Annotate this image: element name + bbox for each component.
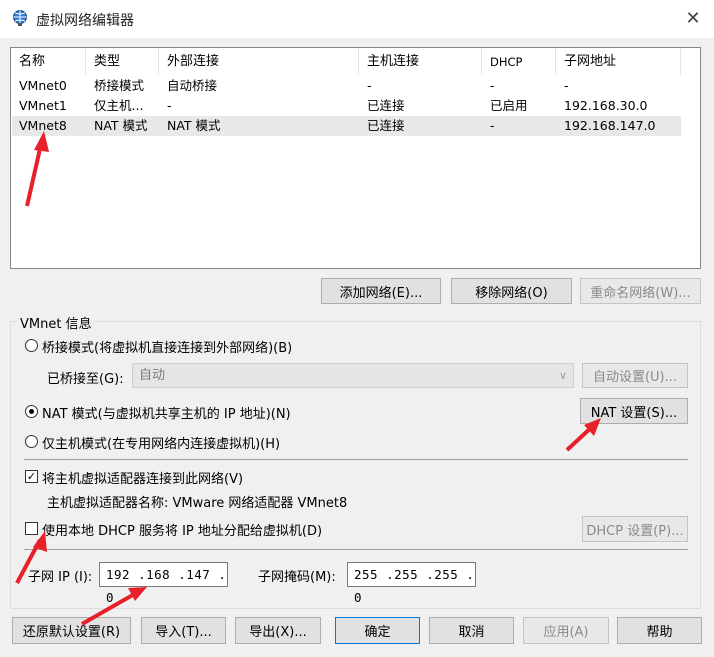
vmnet-info-title: VMnet 信息 — [17, 313, 95, 332]
bridged-to-label: 已桥接至(G): — [47, 372, 124, 387]
remove-network-button[interactable]: 移除网络(O) — [451, 278, 572, 304]
table-row-vmnet0-name[interactable]: VMnet0 — [11, 76, 86, 96]
table-row-vmnet8-subnet[interactable]: 192.168.147.0 — [556, 116, 681, 136]
table-row-vmnet0-external[interactable]: 自动桥接 — [159, 76, 359, 96]
connect-adapter-label[interactable]: 将主机虚拟适配器连接到此网络(V) — [42, 468, 243, 487]
divider — [24, 459, 688, 460]
table-row-vmnet1-name[interactable]: VMnet1 — [11, 96, 86, 116]
column-header-host[interactable]: 主机连接 — [359, 48, 482, 75]
hostonly-mode-radio[interactable] — [25, 435, 38, 448]
hostonly-mode-label[interactable]: 仅主机模式(在专用网络内连接虚拟机)(H) — [42, 433, 280, 452]
nat-mode-radio[interactable] — [25, 405, 38, 418]
table-row-vmnet1-type[interactable]: 仅主机... — [86, 96, 159, 116]
table-row-vmnet0-type[interactable]: 桥接模式 — [86, 76, 159, 96]
bridged-to-value: 自动 — [139, 368, 166, 383]
dhcp-checkbox[interactable] — [25, 522, 38, 535]
table-row-vmnet0-dhcp[interactable]: - — [482, 76, 556, 96]
window-title: 虚拟网络编辑器 — [36, 13, 134, 29]
nat-settings-button[interactable]: NAT 设置(S)... — [580, 398, 688, 424]
apply-button[interactable]: 应用(A) — [523, 617, 609, 644]
table-row-vmnet8-name[interactable]: VMnet8 — [11, 116, 86, 136]
nat-mode-label[interactable]: NAT 模式(与虚拟机共享主机的 IP 地址)(N) — [42, 403, 291, 422]
table-row-vmnet1-host[interactable]: 已连接 — [359, 96, 482, 116]
subnet-ip-input[interactable]: 192 .168 .147 . 0 — [99, 562, 228, 605]
network-globe-icon — [13, 10, 27, 26]
subnet-ip-label: 子网 IP (I): — [28, 570, 93, 585]
help-button[interactable]: 帮助 — [617, 617, 702, 644]
table-row-vmnet0-host[interactable]: - — [359, 76, 482, 96]
column-header-type[interactable]: 类型 — [86, 48, 159, 75]
chevron-down-icon: ∨ — [558, 369, 567, 382]
title-bar: 虚拟网络编辑器 ✕ — [0, 0, 714, 38]
column-header-subnet[interactable]: 子网地址 — [556, 48, 681, 75]
auto-settings-button[interactable]: 自动设置(U)... — [582, 363, 688, 388]
table-row-vmnet8-host[interactable]: 已连接 — [359, 116, 482, 136]
table-row-vmnet0-subnet[interactable]: - — [556, 76, 681, 96]
adapter-name-text: 主机虚拟适配器名称: VMware 网络适配器 VMnet8 — [47, 496, 348, 511]
column-header-name[interactable]: 名称 — [11, 48, 86, 75]
close-button[interactable]: ✕ — [672, 0, 714, 36]
ok-button[interactable]: 确定 — [335, 617, 420, 644]
dhcp-settings-button[interactable]: DHCP 设置(P)... — [582, 516, 688, 542]
bridged-to-select[interactable]: 自动 ∨ — [132, 363, 574, 388]
subnet-mask-label: 子网掩码(M): — [258, 570, 336, 585]
import-button[interactable]: 导入(T)... — [141, 617, 226, 644]
divider — [24, 549, 688, 550]
cancel-button[interactable]: 取消 — [429, 617, 514, 644]
add-network-button[interactable]: 添加网络(E)... — [321, 278, 441, 304]
table-row-vmnet1-subnet[interactable]: 192.168.30.0 — [556, 96, 681, 116]
subnet-mask-input[interactable]: 255 .255 .255 . 0 — [347, 562, 476, 605]
table-row-vmnet8-external[interactable]: NAT 模式 — [159, 116, 359, 136]
column-header-dhcp[interactable]: DHCP — [482, 48, 556, 75]
network-list[interactable]: 名称 类型 外部连接 主机连接 DHCP 子网地址 VMnet0 桥接模式 自动… — [10, 47, 701, 269]
table-row-vmnet8-type[interactable]: NAT 模式 — [86, 116, 159, 136]
bridged-mode-label[interactable]: 桥接模式(将虚拟机直接连接到外部网络)(B) — [42, 337, 292, 356]
table-row-vmnet1-dhcp[interactable]: 已启用 — [482, 96, 556, 116]
table-row-vmnet1-external[interactable]: - — [159, 96, 359, 116]
connect-adapter-checkbox[interactable]: ✓ — [25, 470, 38, 483]
restore-defaults-button[interactable]: 还原默认设置(R) — [12, 617, 131, 644]
table-row-vmnet8-dhcp[interactable]: - — [482, 116, 556, 136]
export-button[interactable]: 导出(X)... — [235, 617, 321, 644]
dhcp-label[interactable]: 使用本地 DHCP 服务将 IP 地址分配给虚拟机(D) — [42, 520, 322, 539]
checkmark-icon: ✓ — [26, 470, 37, 483]
close-icon: ✕ — [685, 7, 701, 29]
column-header-external[interactable]: 外部连接 — [159, 48, 359, 75]
bridged-mode-radio[interactable] — [25, 339, 38, 352]
rename-network-button[interactable]: 重命名网络(W)... — [580, 278, 701, 304]
